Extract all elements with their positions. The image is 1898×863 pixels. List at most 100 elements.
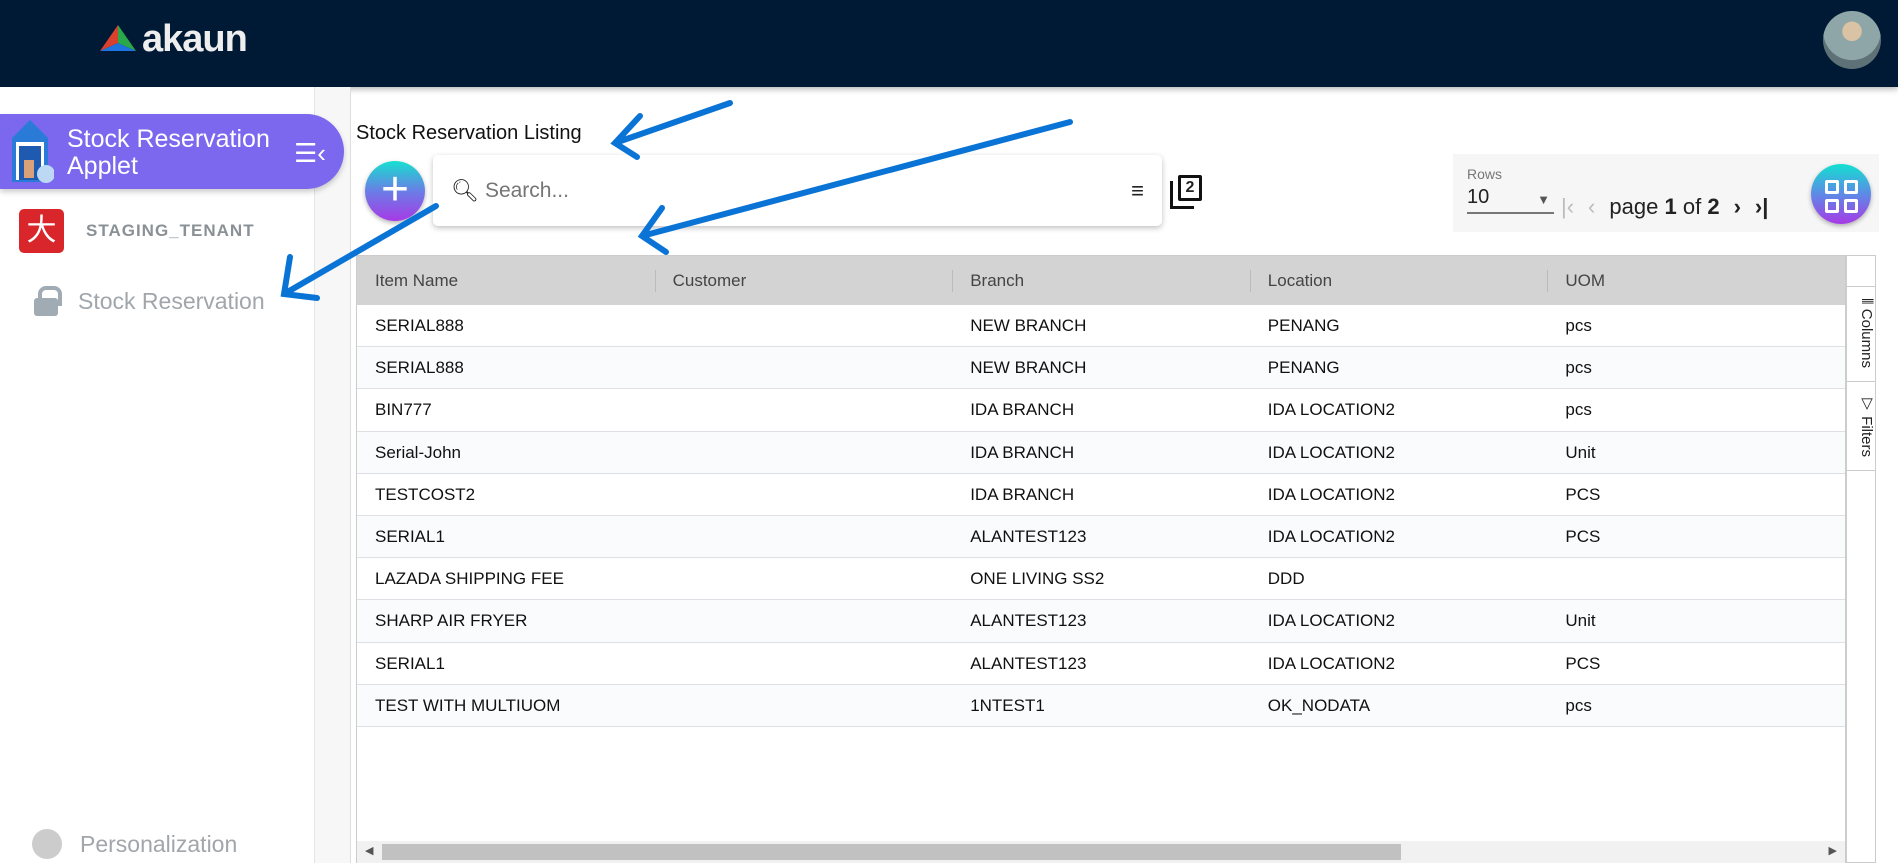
table-cell: PENANG [1267,358,1340,378]
column-header[interactable]: Branch [952,256,1250,305]
table-cell: OK_NODATA [1267,695,1371,715]
table-cell: SERIAL1 [375,653,445,673]
search-input[interactable] [484,178,1132,203]
columns-tab[interactable]: ⦀ Columns [1847,286,1875,378]
table-row[interactable]: LAZADA SHIPPING FEE ONE LIVING SS2 DDD [357,558,1845,601]
copy-icon[interactable]: 2 [1170,175,1202,209]
rows-select[interactable]: 10 ▼ [1467,186,1554,214]
table-cell: SHARP AIR FRYER [375,611,528,631]
table-cell: SERIAL888 [375,316,464,335]
table-cell: pcs [1565,695,1592,715]
table-cell [655,643,953,684]
table-cell: IDA LOCATION2 [1267,653,1395,673]
table-row[interactable]: SERIAL888 NEW BRANCH PENANG pcs [357,347,1845,390]
table-cell: Unit [1565,611,1596,631]
table-cell [655,347,953,388]
table-cell: pcs [1565,400,1592,420]
last-page-icon[interactable]: ›| [1755,194,1768,220]
horizontal-scrollbar[interactable]: ◀ ▶ [357,841,1845,863]
table-cell: IDA BRANCH [970,442,1075,462]
sidebar [0,87,315,863]
user-avatar[interactable] [1823,11,1881,69]
table-cell: pcs [1565,358,1592,378]
table-cell: IDA LOCATION2 [1267,400,1395,420]
table-cell [655,516,953,557]
table-cell: TEST WITH MULTIUOM [375,695,561,715]
table-cell: ALANTEST123 [970,653,1087,673]
sidebar-item-label: Stock Reservation [78,287,265,314]
lock-icon [34,286,62,316]
table-cell: IDA BRANCH [970,484,1075,504]
table-row[interactable]: SERIAL1 ALANTEST123 IDA LOCATION2 PCS [357,643,1845,685]
copy-badge: 2 [1178,175,1202,201]
columns-tab-label: Columns [1858,308,1875,368]
prev-page-icon[interactable]: ‹ [1588,194,1595,220]
side-panel: ⦀ Columns ▽ Filters [1846,255,1876,863]
arrow-to-title [610,100,733,160]
table-row[interactable]: BIN777 IDA BRANCH IDA LOCATION2 pcs [357,389,1845,432]
data-table: Item Name Customer Branch Location UOM SERIA… [356,255,1846,863]
table-cell: LAZADA SHIPPING FEE [375,569,564,589]
table-cell: TESTCOST2 [375,484,476,504]
column-header[interactable]: Customer [654,256,953,305]
scroll-right-icon[interactable]: ▶ [1829,844,1837,857]
table-header: Item Name Customer Branch Location UOM [357,256,1845,305]
table-cell: BIN777 [375,400,432,420]
table-cell [655,558,953,599]
table-cell [1547,558,1845,599]
grid-view-button[interactable] [1811,164,1871,224]
table-cell: DDD [1267,569,1305,589]
table-row[interactable]: TEST WITH MULTIUOM 1NTEST1 OK_NODATA pcs [357,684,1845,727]
table-cell: PCS [1565,526,1601,546]
column-header[interactable]: Item Name [357,256,655,305]
table-cell: SERIAL1 [375,526,445,546]
column-header[interactable]: UOM [1547,256,1845,305]
filter-icon[interactable]: ≡ [1131,178,1144,204]
table-cell: ALANTEST123 [970,611,1087,631]
table-body: SERIAL888 NEW BRANCH PENANG pcs SERIAL888 NEW… [357,305,1845,727]
tenant-name: STAGING_TENANT [86,221,255,240]
next-page-icon[interactable]: › [1734,194,1741,220]
tenant[interactable]: 大 STAGING_TENANT [19,209,255,253]
table-cell: ONE LIVING SS2 [970,569,1105,589]
table-cell: PCS [1565,653,1601,673]
table-row[interactable]: Serial-John IDA BRANCH IDA LOCATION2 Unit [357,431,1845,474]
table-cell: NEW BRANCH [970,316,1087,335]
table-cell [655,474,953,515]
applet-header: Stock Reservation Applet ☰‹ [0,114,344,189]
table-cell [655,432,953,473]
add-button[interactable]: + [365,161,425,221]
top-bar: akaun [0,0,1898,87]
filters-tab-label: Filters [1858,416,1875,458]
rows-label: Rows [1467,166,1503,182]
table-cell [655,600,953,641]
sidebar-item-personalization[interactable]: Personalization [32,829,237,859]
content-gutter [315,87,351,863]
sidebar-item-stock-reservation[interactable]: Stock Reservation [34,286,265,316]
table-row[interactable]: SHARP AIR FRYER ALANTEST123 IDA LOCATION2 U… [357,600,1845,643]
table-cell: IDA LOCATION2 [1267,484,1395,504]
table-cell: ALANTEST123 [970,526,1087,546]
table-row[interactable]: SERIAL888 NEW BRANCH PENANG pcs [357,305,1845,348]
table-cell [655,389,953,430]
tenant-logo-icon: 大 [19,209,64,253]
personalization-label: Personalization [80,830,238,857]
filters-tab[interactable]: ▽ Filters [1847,381,1875,471]
table-cell: IDA LOCATION2 [1267,611,1395,631]
table-row[interactable]: TESTCOST2 IDA BRANCH IDA LOCATION2 PCS [357,474,1845,516]
column-header[interactable]: Location [1249,256,1548,305]
table-row[interactable]: SERIAL1 ALANTEST123 IDA LOCATION2 PCS [357,515,1845,559]
table-cell [655,685,953,726]
table-cell: PENANG [1267,316,1340,335]
akaun-logo-icon [100,24,136,51]
of-label: of [1682,194,1702,219]
warehouse-icon [12,120,54,183]
first-page-icon[interactable]: |‹ [1561,194,1574,220]
logo-text: akaun [142,18,248,60]
scrollbar-thumb[interactable] [382,844,1401,860]
scroll-left-icon[interactable]: ◀ [365,844,373,857]
akaun-logo[interactable]: akaun [98,18,248,61]
table-cell: pcs [1565,316,1592,335]
search-box: 🔍︎ ≡ [433,155,1162,226]
collapse-menu-icon[interactable]: ☰‹ [294,138,326,169]
